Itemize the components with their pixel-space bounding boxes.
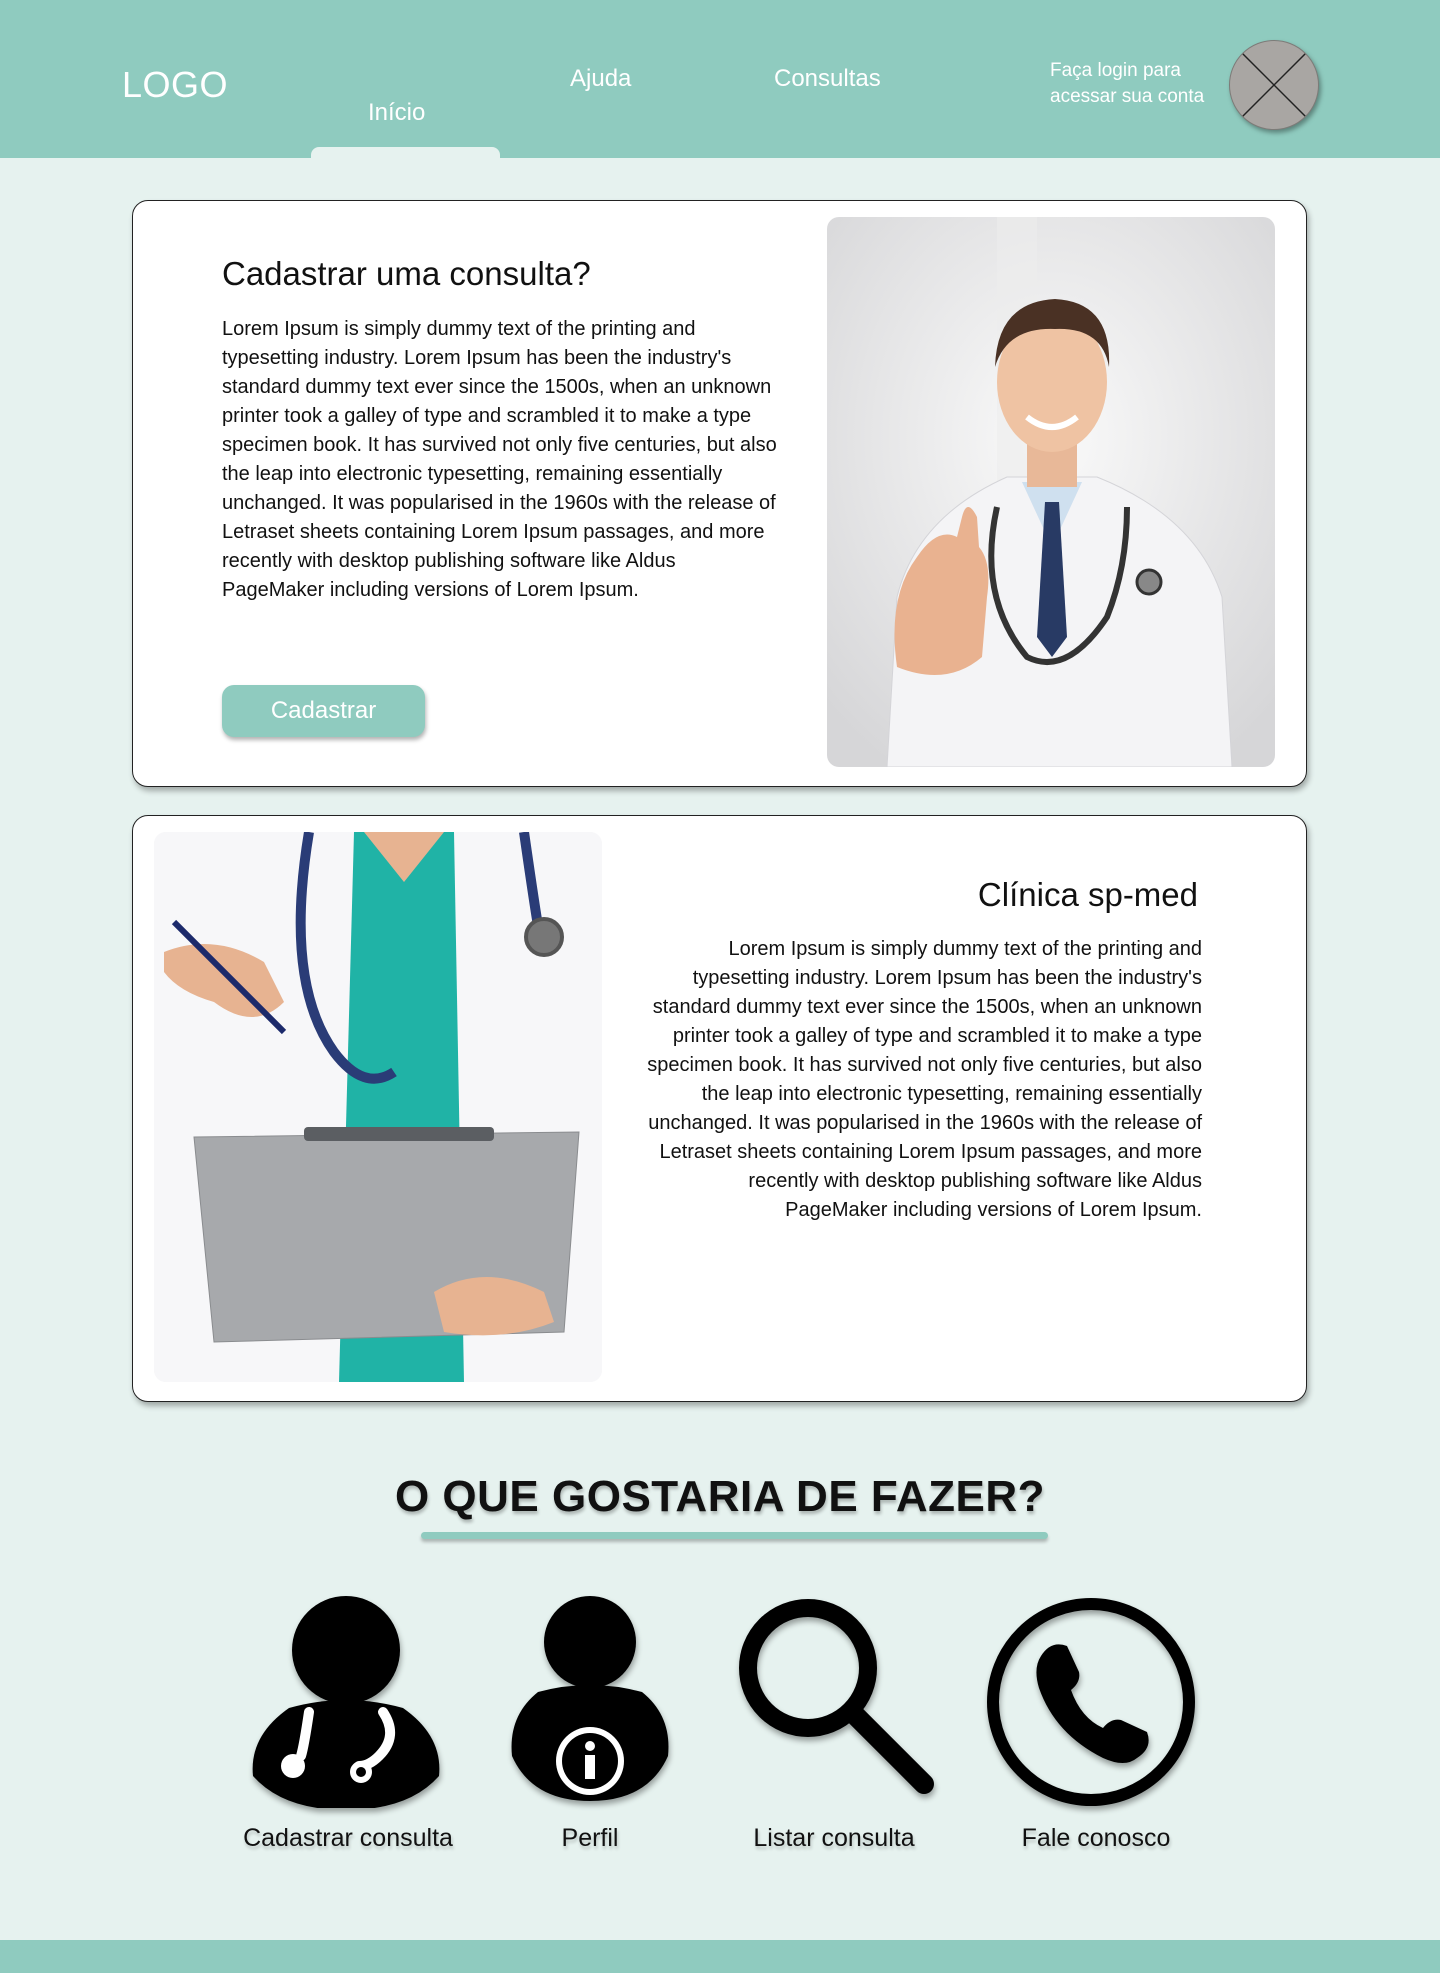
nav-inicio[interactable]: Início: [368, 99, 425, 127]
card-title: Cadastrar uma consulta?: [222, 255, 591, 292]
card-text: Lorem Ipsum is simply dummy text of the …: [647, 938, 1202, 1221]
search-icon: [739, 1599, 934, 1794]
header: LOGO Início Ajuda Consultas Faça login p…: [0, 0, 1440, 167]
action-cadastrar-consulta[interactable]: [249, 1596, 443, 1808]
avatar-placeholder-icon[interactable]: [1229, 40, 1319, 130]
logo[interactable]: LOGO: [122, 64, 228, 106]
action-label-perfil[interactable]: Perfil: [562, 1824, 619, 1853]
footer-bar: [0, 1940, 1440, 1973]
card-clinica: Clínica sp-med Lorem Ipsum is simply dum…: [132, 815, 1307, 1402]
action-label-fale-conosco[interactable]: Fale conosco: [1022, 1824, 1171, 1853]
nav-ajuda[interactable]: Ajuda: [570, 65, 631, 93]
section-underline: [421, 1532, 1048, 1539]
card-title: Clínica sp-med: [977, 876, 1198, 913]
doctor-thumbs-up-photo: [827, 217, 1275, 767]
action-listar-consulta[interactable]: [736, 1596, 936, 1796]
login-prompt[interactable]: Faça login para acessar sua conta: [1050, 58, 1220, 110]
nav-consultas[interactable]: Consultas: [774, 65, 881, 93]
doctor-icon: [252, 1596, 440, 1808]
card-cadastrar-consulta: Cadastrar uma consulta? Lorem Ipsum is s…: [132, 200, 1307, 787]
action-label-listar-consulta[interactable]: Listar consulta: [753, 1824, 914, 1853]
action-label-cadastrar-consulta[interactable]: Cadastrar consulta: [243, 1824, 453, 1853]
phone-icon: [987, 1598, 1195, 1806]
user-info-icon: [511, 1596, 669, 1801]
section-title: O QUE GOSTARIA DE FAZER?: [394, 1472, 1046, 1521]
action-fale-conosco[interactable]: [985, 1596, 1197, 1808]
active-tab-indicator: [311, 147, 500, 167]
doctor-clipboard-photo: [154, 832, 602, 1382]
cadastrar-button[interactable]: Cadastrar: [222, 685, 425, 737]
card-text: Lorem Ipsum is simply dummy text of the …: [222, 318, 777, 601]
action-perfil[interactable]: [508, 1596, 672, 1806]
